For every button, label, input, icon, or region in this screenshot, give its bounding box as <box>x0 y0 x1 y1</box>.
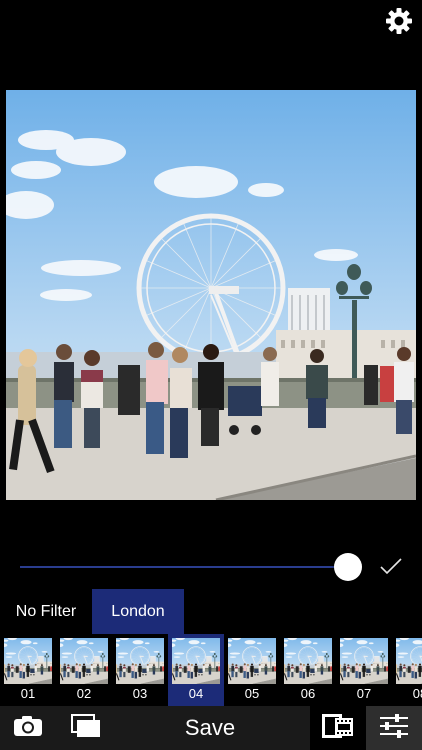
active-filter-label: London <box>111 602 165 620</box>
filter-thumbnail-label: 06 <box>300 686 316 701</box>
slider-knob[interactable] <box>334 553 362 581</box>
filter-thumbnail-image <box>172 638 220 684</box>
filter-thumbnail[interactable]: 05 <box>224 634 280 706</box>
filter-thumbnail-image <box>4 638 52 684</box>
filter-thumbnail[interactable]: 04 <box>168 634 224 706</box>
adjust-tab[interactable] <box>366 706 422 750</box>
filter-thumbnail-label: 07 <box>356 686 372 701</box>
camera-button[interactable] <box>8 706 48 750</box>
filter-thumbnail-label: 03 <box>132 686 148 701</box>
filters-tab[interactable] <box>310 706 366 750</box>
film-filters-icon <box>321 713 355 744</box>
photo-library-button[interactable] <box>66 706 106 750</box>
filter-thumbnail-label: 02 <box>76 686 92 701</box>
filter-thumbnail[interactable]: 07 <box>336 634 392 706</box>
filter-thumbnail-label: 05 <box>244 686 260 701</box>
filter-thumbnail-image <box>340 638 388 684</box>
save-button[interactable]: Save <box>150 706 270 750</box>
filter-thumbnail[interactable]: 08 <box>392 634 422 706</box>
camera-icon <box>13 715 43 742</box>
photo-preview <box>6 90 416 500</box>
library-icon <box>71 713 101 743</box>
no-filter-button[interactable]: No Filter <box>6 589 86 634</box>
filter-thumbnail[interactable]: 03 <box>112 634 168 706</box>
filter-thumbnail-image <box>396 638 422 684</box>
filter-thumbnail-image <box>60 638 108 684</box>
save-label: Save <box>184 715 236 740</box>
settings-button[interactable] <box>384 7 414 40</box>
intensity-slider[interactable] <box>20 552 362 582</box>
filter-thumbnail[interactable]: 06 <box>280 634 336 706</box>
filter-thumbnail-image <box>284 638 332 684</box>
filter-thumbnail-image <box>116 638 164 684</box>
gear-icon <box>385 7 413 40</box>
filter-thumbnail-label: 01 <box>20 686 36 701</box>
active-filter-label-button[interactable]: London <box>92 589 184 634</box>
confirm-button[interactable] <box>376 553 406 583</box>
filter-thumbnail-label: 08 <box>412 686 422 701</box>
no-filter-label: No Filter <box>15 602 77 620</box>
filter-thumbnail-label: 04 <box>188 686 204 701</box>
filter-thumbnail[interactable]: 02 <box>56 634 112 706</box>
filter-thumbnail-image <box>228 638 276 684</box>
sliders-icon <box>379 713 409 743</box>
checkmark-icon <box>379 556 403 581</box>
filter-thumbnail[interactable]: 01 <box>0 634 56 706</box>
slider-fill <box>20 566 348 568</box>
filter-thumbnail-strip[interactable]: 01 02 03 04 05 06 07 0 <box>0 634 422 706</box>
bottom-toolbar: Save <box>0 706 422 750</box>
